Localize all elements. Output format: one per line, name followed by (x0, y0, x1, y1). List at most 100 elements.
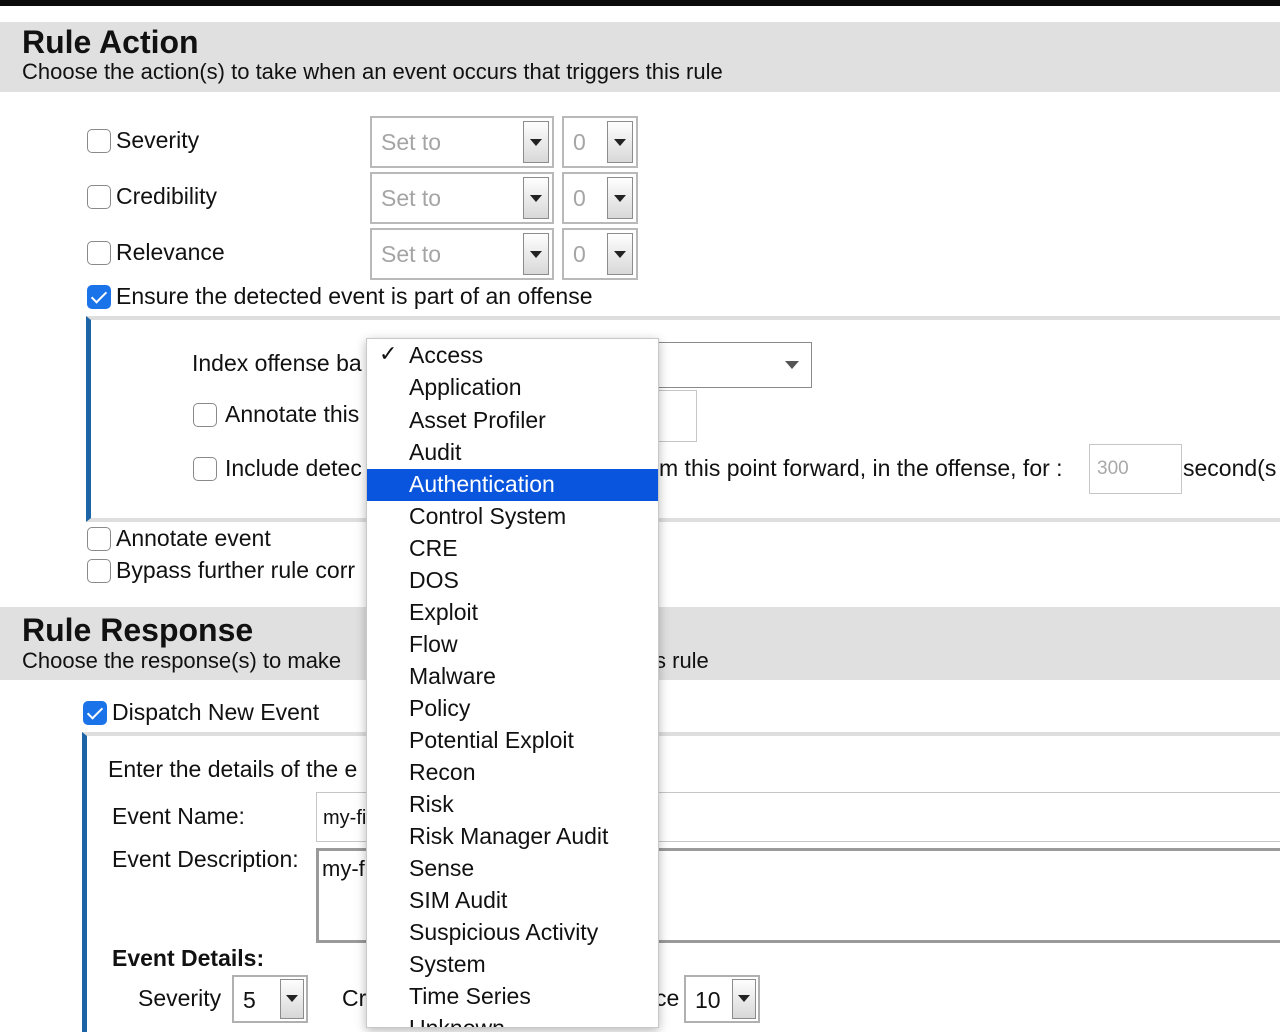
annotate-offense-checkbox[interactable] (193, 403, 217, 427)
dropdown-option-label: Time Series (409, 983, 531, 1009)
dropdown-option-risk-manager-audit[interactable]: Risk Manager Audit (367, 821, 658, 853)
dropdown-option-label: Flow (409, 631, 458, 657)
dropdown-option-flow[interactable]: Flow (367, 629, 658, 661)
dropdown-option-label: Risk Manager Audit (409, 823, 609, 849)
dropdown-option-recon[interactable]: Recon (367, 757, 658, 789)
severity-value: 0 (573, 129, 586, 155)
rule-response-title: Rule Response (22, 612, 254, 648)
dropdown-option-label: Policy (409, 695, 471, 721)
dropdown-option-label: Exploit (409, 599, 479, 625)
dropdown-option-label: Audit (409, 438, 462, 465)
severity-value-select[interactable]: 0 (562, 116, 638, 168)
chevron-down-icon (523, 233, 549, 275)
dropdown-option-application[interactable]: Application (367, 372, 658, 404)
response-relevance-select[interactable]: 10 (684, 975, 760, 1023)
chevron-down-icon (785, 361, 799, 369)
dropdown-option-label: Risk (409, 791, 454, 817)
chevron-down-icon (607, 177, 633, 219)
dropdown-option-exploit[interactable]: Exploit (367, 597, 658, 629)
bypass-checkbox[interactable] (87, 559, 111, 583)
credibility-label: Credibility (116, 183, 217, 209)
details-intro: Enter the details of the e (108, 756, 358, 782)
dropdown-option-unknown[interactable]: Unknown (367, 1013, 658, 1028)
seconds-input[interactable]: 300 (1089, 444, 1182, 494)
dropdown-option-system[interactable]: System (367, 949, 658, 981)
event-description-label: Event Description: (112, 846, 299, 872)
dropdown-option-access[interactable]: ✓ Access (367, 340, 658, 372)
event-description-value: my-f (322, 856, 365, 881)
top-bar (0, 0, 1280, 6)
dropdown-option-label: Access (409, 342, 484, 368)
credibility-mode-select[interactable]: Set to (370, 172, 554, 224)
dropdown-option-sense[interactable]: Sense (367, 853, 658, 885)
dispatch-label: Dispatch New Event (112, 699, 320, 725)
dropdown-option-potential-exploit[interactable]: Potential Exploit (367, 725, 658, 757)
severity-mode-value: Set to (381, 129, 442, 155)
bypass-label: Bypass further rule corr (116, 557, 356, 583)
severity-mode-select[interactable]: Set to (370, 116, 554, 168)
credibility-value-select[interactable]: 0 (562, 172, 638, 224)
dropdown-option-malware[interactable]: Malware (367, 661, 658, 693)
dropdown-option-cre[interactable]: CRE (367, 533, 658, 565)
severity-label: Severity (116, 127, 200, 153)
dropdown-option-audit[interactable]: Audit (367, 437, 658, 469)
response-severity-value: 5 (243, 987, 256, 1013)
severity-checkbox[interactable] (87, 129, 111, 153)
dropdown-option-label: CRE (409, 535, 458, 561)
relevance-mode-select[interactable]: Set to (370, 228, 554, 280)
rule-action-subtitle: Choose the action(s) to take when an eve… (22, 59, 723, 84)
include-detected-suffix: m this point forward, in the offense, fo… (659, 455, 1063, 481)
event-details-label: Event Details: (112, 945, 265, 971)
response-relevance-value: 10 (695, 987, 721, 1013)
chevron-down-icon (607, 121, 633, 163)
dropdown-option-control-system[interactable]: Control System (367, 501, 658, 533)
credibility-mode-value: Set to (381, 185, 442, 211)
dropdown-option-dos[interactable]: DOS (367, 565, 658, 597)
dropdown-option-label: Application (409, 374, 522, 401)
dropdown-option-label: Recon (409, 759, 476, 785)
chevron-down-icon (732, 979, 756, 1019)
annotate-offense-label: Annotate this (225, 401, 360, 427)
dropdown-option-label: Authentication (409, 471, 555, 497)
category-dropdown-menu[interactable]: ✓ Access Application Asset Profiler Audit Aut… (366, 338, 659, 1028)
event-name-value: my-fi (323, 807, 367, 829)
dropdown-option-label: Control System (409, 503, 567, 529)
dispatch-checkbox[interactable] (83, 701, 107, 725)
credibility-checkbox[interactable] (87, 185, 111, 209)
relevance-value-select[interactable]: 0 (562, 228, 638, 280)
annotate-event-label: Annotate event (116, 525, 271, 551)
rule-action-header: Rule Action Choose the action(s) to take… (0, 22, 1280, 92)
chevron-down-icon (607, 233, 633, 275)
dropdown-option-risk[interactable]: Risk (367, 789, 658, 821)
rule-action-title: Rule Action (22, 24, 199, 60)
relevance-value: 0 (573, 241, 586, 267)
ensure-offense-checkbox[interactable] (87, 285, 111, 309)
include-detected-checkbox[interactable] (193, 457, 217, 481)
relevance-label: Relevance (116, 239, 225, 265)
chevron-down-icon (280, 979, 304, 1019)
response-credibility-label: Cr (342, 985, 367, 1011)
dropdown-option-label: Potential Exploit (409, 727, 574, 753)
ensure-offense-label: Ensure the detected event is part of an … (116, 283, 593, 309)
include-detected-label: Include detec (225, 455, 362, 481)
dropdown-option-authentication[interactable]: Authentication (367, 469, 658, 501)
response-severity-label: Severity (138, 985, 222, 1011)
dropdown-option-label: Asset Profiler (409, 406, 546, 433)
index-offense-label: Index offense ba (192, 350, 362, 376)
response-severity-select[interactable]: 5 (232, 975, 308, 1023)
dropdown-option-asset-profiler[interactable]: Asset Profiler (367, 405, 658, 437)
dropdown-option-label: Suspicious Activity (409, 919, 599, 945)
dropdown-option-label: Unknown (409, 1015, 505, 1028)
dropdown-option-policy[interactable]: Policy (367, 693, 658, 725)
dropdown-option-sim-audit[interactable]: SIM Audit (367, 885, 658, 917)
annotate-event-checkbox[interactable] (87, 527, 111, 551)
chevron-down-icon (523, 121, 549, 163)
dropdown-option-label: SIM Audit (409, 887, 508, 913)
dropdown-option-label: System (409, 951, 486, 977)
dropdown-option-time-series[interactable]: Time Series (367, 981, 658, 1013)
relevance-checkbox[interactable] (87, 241, 111, 265)
dropdown-option-label: DOS (409, 567, 459, 593)
dropdown-option-suspicious-activity[interactable]: Suspicious Activity (367, 917, 658, 949)
relevance-mode-value: Set to (381, 241, 442, 267)
chevron-down-icon (523, 177, 549, 219)
